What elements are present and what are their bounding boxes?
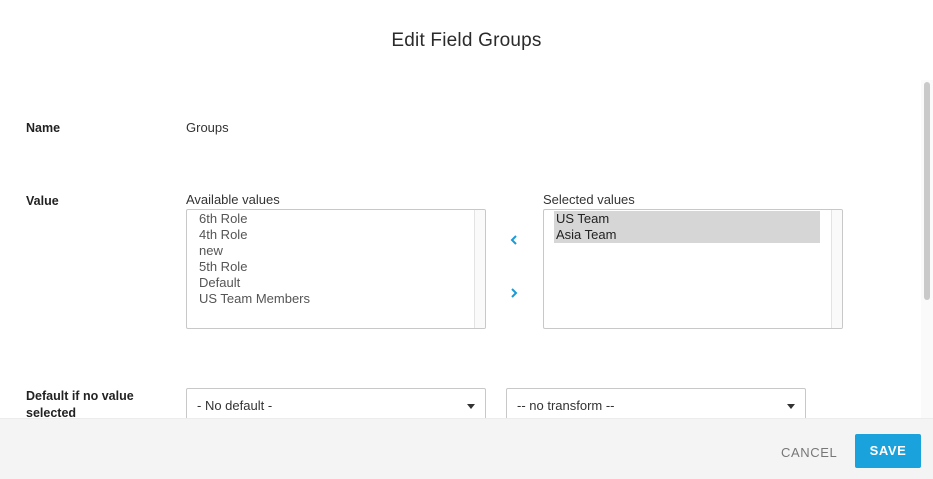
list-item[interactable]: 4th Role [187,227,473,243]
transform-select[interactable]: -- no transform -- [506,388,806,418]
available-list-scrollbar[interactable] [474,210,485,328]
name-label: Name [26,121,61,135]
dialog-scrollbar[interactable] [921,80,933,418]
default-select-value: - No default - [197,398,273,413]
transform-select-value: -- no transform -- [517,398,615,413]
list-item[interactable]: new [187,243,473,259]
save-button[interactable]: SAVE [855,434,921,468]
available-values-caption: Available values [186,192,280,207]
selected-values-caption: Selected values [543,192,635,207]
chevron-right-icon [511,288,518,298]
move-left-button[interactable] [506,232,522,248]
cancel-button[interactable]: CANCEL [781,445,837,460]
list-item[interactable]: Default [187,275,473,291]
dialog-title: Edit Field Groups [391,30,542,51]
list-item[interactable]: 5th Role [187,259,473,275]
list-item[interactable]: Asia Team [554,227,820,243]
default-value-select[interactable]: - No default - [186,388,486,418]
value-label: Value [26,194,59,208]
caret-down-icon [787,404,795,409]
available-values-list[interactable]: 6th Role 4th Role new 5th Role Default U… [186,209,486,329]
name-value: Groups [186,120,229,135]
list-item[interactable]: US Team Members [187,291,473,307]
list-item[interactable]: US Team [554,211,820,227]
selected-list-scrollbar[interactable] [831,210,842,328]
default-label: Default if no value selected [26,389,134,418]
move-right-button[interactable] [506,285,522,301]
dialog-content: Name Groups Value Available values Selec… [0,80,921,418]
list-item[interactable]: 6th Role [187,211,473,227]
caret-down-icon [467,404,475,409]
scrollbar-thumb[interactable] [924,82,930,300]
chevron-left-icon [510,235,517,245]
selected-values-list[interactable]: US Team Asia Team [543,209,843,329]
dialog-footer: CANCEL SAVE [0,418,933,479]
